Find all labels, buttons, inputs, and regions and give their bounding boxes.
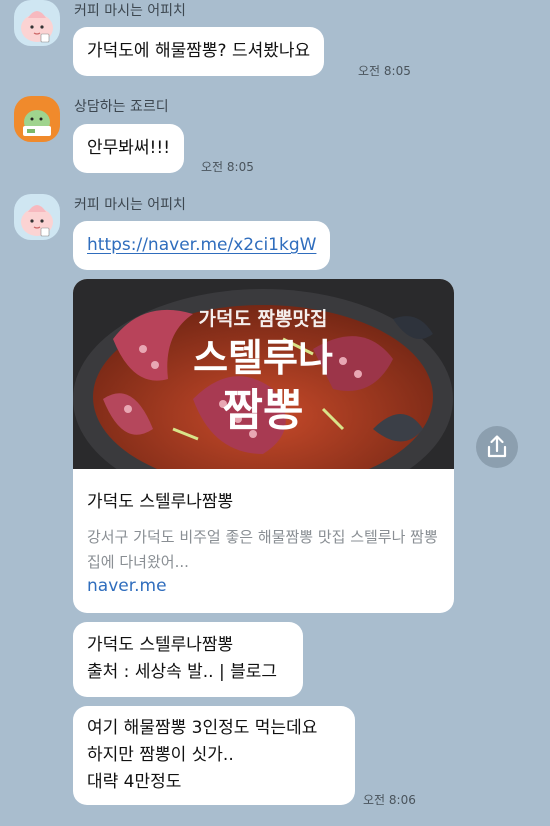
message-timestamp: 오전 8:06 xyxy=(363,793,416,807)
message-line: 하지만 짬뽕이 싯가.. xyxy=(87,745,234,765)
message-bubble[interactable]: 가덕도에 해물짬뽕? 드셔봤나요 xyxy=(73,27,325,76)
link-message-bubble[interactable]: https://naver.me/x2ci1kgW xyxy=(73,221,331,270)
jjamppong-photo: 가덕도 짬뽕맛집 스텔루나 짬뽕 xyxy=(73,279,454,469)
message-line: 대략 4만정도 xyxy=(87,772,182,792)
sender-name: 커피 마시는 어피치 xyxy=(74,3,186,19)
jordy-character-icon xyxy=(14,96,60,142)
preview-thumbnail[interactable]: 가덕도 짬뽕맛집 스텔루나 짬뽕 xyxy=(73,279,454,469)
sender-name: 상담하는 죠르디 xyxy=(74,99,169,115)
message-line: 여기 해물짬뽕 3인정도 먹는데요 xyxy=(87,718,318,738)
sender-avatar-jordy[interactable] xyxy=(14,96,60,142)
thumbnail-caption: 가덕도 짬뽕맛집 xyxy=(199,308,328,330)
sender-avatar-apeach[interactable] xyxy=(14,0,60,46)
card-domain[interactable]: naver.me xyxy=(87,576,167,596)
message-timestamp: 오전 8:05 xyxy=(358,64,411,78)
source-attribution: 출처 : 세상속 발.. | 블로그 xyxy=(87,662,278,682)
message-bubble[interactable]: 여기 해물짬뽕 3인정도 먹는데요 하지만 짬뽕이 싯가.. 대략 4만정도 xyxy=(73,706,355,805)
message-text: 안무봐써!!! xyxy=(87,138,171,158)
apeach-character-icon xyxy=(14,0,60,46)
source-bubble[interactable]: 가덕도 스텔루나짬뽕 출처 : 세상속 발.. | 블로그 xyxy=(73,622,303,697)
message-bubble[interactable]: 안무봐써!!! xyxy=(73,124,185,173)
link-preview-card[interactable]: 가덕도 짬뽕맛집 스텔루나 짬뽕 가덕도 스텔루나짬뽕 강서구 가덕도 비주얼 … xyxy=(73,279,454,613)
thumbnail-title-line2: 짬뽕 xyxy=(223,385,304,436)
card-title: 가덕도 스텔루나짬뽕 xyxy=(87,492,234,512)
card-description: 강서구 가덕도 비주얼 좋은 해물짬뽕 맛집 스텔루나 짬뽕집에 다녀왔어... xyxy=(87,528,438,571)
message-text: 가덕도에 해물짬뽕? 드셔봤나요 xyxy=(87,41,311,61)
thumbnail-title-line1: 스텔루나 xyxy=(193,336,333,380)
sender-name: 커피 마시는 어피치 xyxy=(74,197,186,213)
message-timestamp: 오전 8:05 xyxy=(201,160,254,174)
apeach-character-icon xyxy=(14,194,60,240)
url-link[interactable]: https://naver.me/x2ci1kgW xyxy=(87,235,316,255)
source-title: 가덕도 스텔루나짬뽕 xyxy=(87,635,234,655)
share-button[interactable] xyxy=(476,426,518,468)
share-icon xyxy=(487,435,507,458)
sender-avatar-apeach[interactable] xyxy=(14,194,60,240)
